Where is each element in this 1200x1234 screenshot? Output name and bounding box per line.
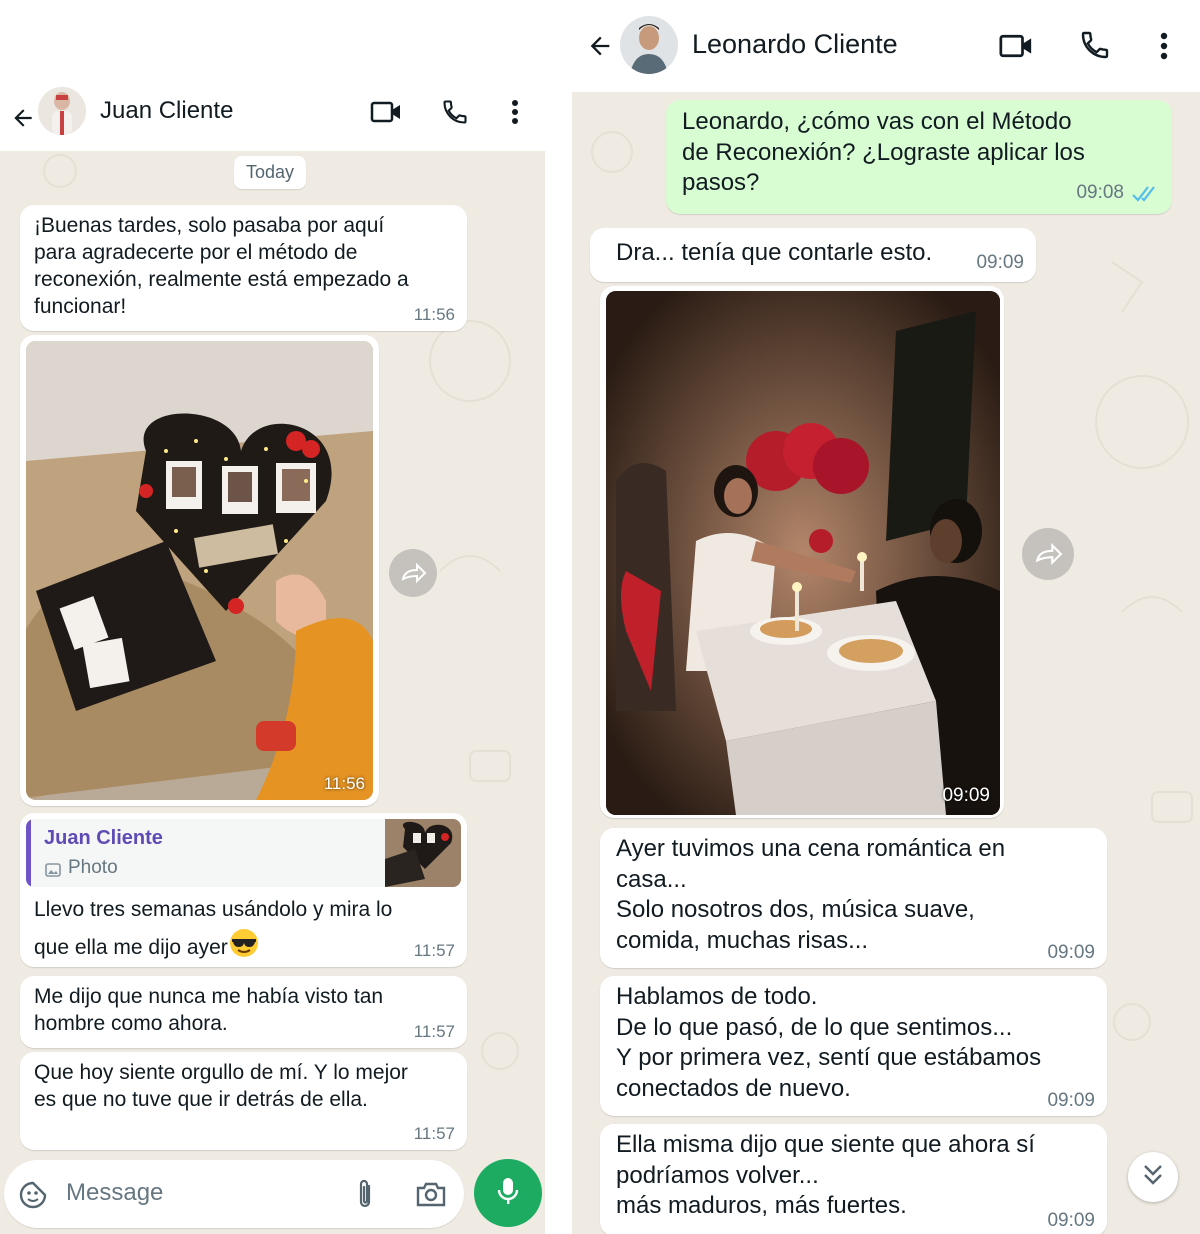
message-composer[interactable]: Message bbox=[4, 1160, 464, 1228]
video-call-icon[interactable] bbox=[996, 30, 1036, 62]
avatar[interactable] bbox=[620, 16, 678, 74]
message-bubble[interactable]: ¡Buenas tardes, solo pasaba por aquí par… bbox=[20, 205, 467, 331]
message-text: ¡Buenas tardes, solo pasaba por aquí par… bbox=[34, 214, 409, 318]
left-chat-screen: Juan Cliente Today ¡Buenas tardes, solo … bbox=[0, 85, 545, 1234]
camera-icon[interactable] bbox=[412, 1178, 450, 1210]
mic-button[interactable] bbox=[474, 1159, 542, 1227]
message-text: Me dijo que nunca me había visto tan hom… bbox=[34, 985, 384, 1035]
message-time: 11:57 bbox=[413, 1022, 455, 1041]
message-bubble[interactable]: Me dijo que nunca me había visto tan hom… bbox=[20, 976, 467, 1048]
message-bubble[interactable]: Hablamos de todo. De lo que pasó, de lo … bbox=[600, 976, 1107, 1116]
back-arrow-icon[interactable] bbox=[6, 101, 40, 135]
forward-icon[interactable] bbox=[389, 549, 437, 597]
message-bubble[interactable]: Ayer tuvimos una cena romántica en casa.… bbox=[600, 828, 1107, 968]
double-check-icon bbox=[1130, 184, 1160, 204]
message-bubble[interactable]: Dra... tenía que contarle esto. 09:09 bbox=[590, 228, 1036, 282]
mic-icon bbox=[496, 1176, 520, 1211]
message-time: 09:09 bbox=[976, 252, 1024, 273]
right-chat-screen: Leonardo Cliente Leonardo, ¿cómo vas con… bbox=[572, 0, 1200, 1234]
phone-icon[interactable] bbox=[1076, 26, 1114, 64]
quote-type: Photo bbox=[68, 857, 118, 878]
photo[interactable]: 11:56 bbox=[26, 341, 373, 800]
chat-background: Leonardo, ¿cómo vas con el Método de Rec… bbox=[572, 92, 1200, 1234]
phone-icon[interactable] bbox=[438, 95, 472, 129]
message-time: 09:09 bbox=[1047, 942, 1095, 963]
chat-header: Leonardo Cliente bbox=[572, 0, 1200, 92]
message-text: Llevo tres semanas usándolo y mira lo qu… bbox=[34, 893, 434, 970]
chat-background: Today ¡Buenas tardes, solo pasaba por aq… bbox=[0, 151, 545, 1234]
message-text: Que hoy siente orgullo de mí. Y lo mejor… bbox=[34, 1061, 408, 1111]
contact-name[interactable]: Leonardo Cliente bbox=[692, 29, 898, 60]
sunglasses-emoji-icon bbox=[228, 927, 260, 970]
double-chevron-down-icon bbox=[1142, 1163, 1164, 1192]
photo-message[interactable]: 09:09 bbox=[600, 286, 1004, 818]
date-chip: Today bbox=[234, 156, 307, 189]
sticker-icon[interactable] bbox=[16, 1178, 50, 1212]
contact-name[interactable]: Juan Cliente bbox=[100, 97, 233, 125]
message-bubble[interactable]: Ella misma dijo que siente que ahora sí … bbox=[600, 1124, 1107, 1234]
message-text: Dra... tenía que contarle esto. bbox=[616, 239, 933, 266]
message-time: 09:08 bbox=[1076, 182, 1124, 203]
attach-icon[interactable] bbox=[350, 1176, 380, 1212]
message-text: Hablamos de todo. De lo que pasó, de lo … bbox=[616, 983, 1042, 1102]
message-time: 11:56 bbox=[413, 305, 455, 324]
forward-icon[interactable] bbox=[1022, 528, 1074, 580]
back-arrow-icon[interactable] bbox=[582, 28, 618, 64]
avatar[interactable] bbox=[38, 87, 86, 135]
message-time: 09:09 bbox=[1047, 1210, 1095, 1231]
message-input[interactable]: Message bbox=[66, 1179, 163, 1207]
video-call-icon[interactable] bbox=[368, 97, 404, 127]
message-bubble[interactable]: Que hoy siente orgullo de mí. Y lo mejor… bbox=[20, 1052, 467, 1150]
message-time: 11:57 bbox=[413, 1124, 455, 1143]
quote-sender: Juan Cliente bbox=[44, 827, 163, 849]
message-bubble-outgoing[interactable]: Leonardo, ¿cómo vas con el Método de Rec… bbox=[666, 100, 1172, 214]
photo-message[interactable]: 11:56 bbox=[20, 335, 379, 806]
photo-time: 09:09 bbox=[942, 785, 990, 806]
chat-header: Juan Cliente bbox=[0, 85, 545, 151]
scroll-to-bottom-button[interactable] bbox=[1128, 1152, 1178, 1202]
message-text: Ella misma dijo que siente que ahora sí … bbox=[616, 1131, 1035, 1219]
message-text-content: Llevo tres semanas usándolo y mira lo qu… bbox=[34, 898, 393, 960]
quote-accent-bar bbox=[26, 819, 31, 887]
image-icon bbox=[44, 861, 62, 879]
message-time: 11:57 bbox=[413, 941, 455, 960]
more-vert-icon[interactable] bbox=[500, 95, 530, 129]
photo-time: 11:56 bbox=[323, 774, 365, 793]
message-time: 09:09 bbox=[1047, 1090, 1095, 1111]
more-vert-icon[interactable] bbox=[1150, 28, 1178, 64]
quote-thumbnail bbox=[385, 819, 461, 887]
message-text: Ayer tuvimos una cena romántica en casa.… bbox=[616, 835, 1006, 954]
quoted-message[interactable]: Juan Cliente Photo bbox=[26, 819, 461, 887]
photo[interactable]: 09:09 bbox=[606, 291, 1000, 815]
message-bubble[interactable]: Juan Cliente Photo Llevo tres semanas us… bbox=[20, 813, 467, 967]
